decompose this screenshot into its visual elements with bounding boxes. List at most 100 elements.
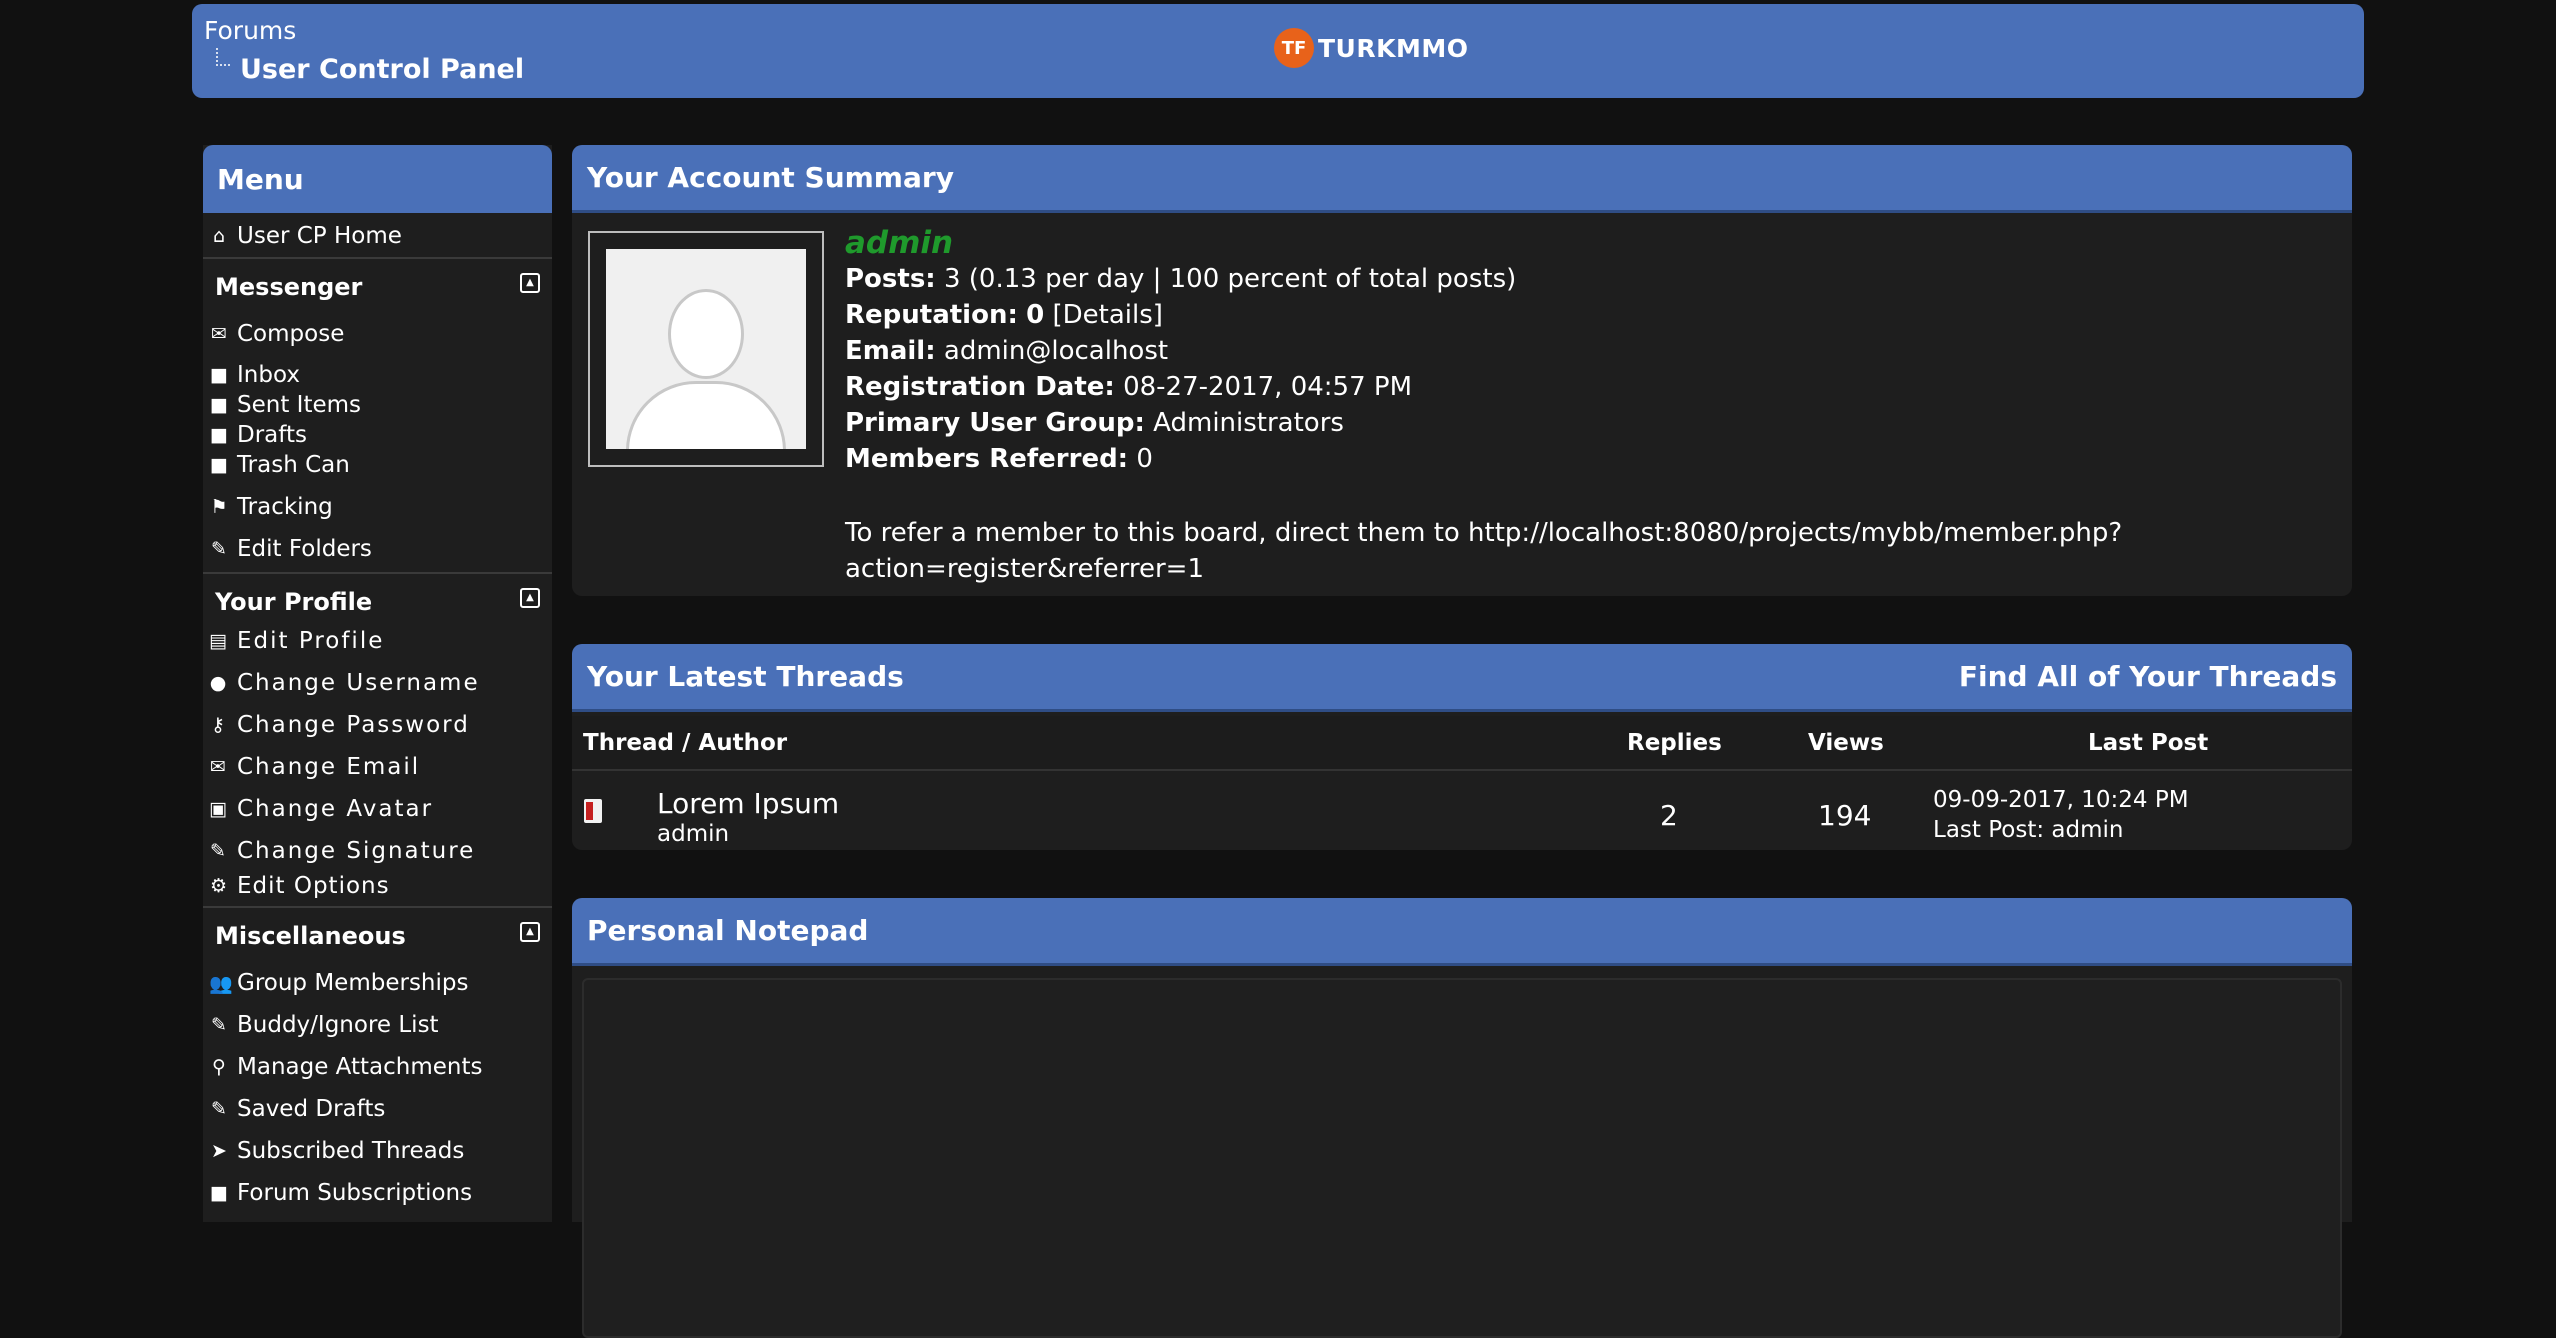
sidebar-item-change-email[interactable]: ✉ Change Email xyxy=(209,754,420,780)
folder-icon: ■ xyxy=(210,394,228,416)
collapse-icon[interactable]: ▲ xyxy=(520,922,540,942)
sidebar-title: Menu xyxy=(203,145,552,213)
sidebar-item-change-password[interactable]: ⚷ Change Password xyxy=(209,712,470,738)
collapse-icon[interactable]: ▲ xyxy=(520,588,540,608)
email-value: admin@localhost xyxy=(943,336,1169,366)
sidebar-item-compose[interactable]: ✉ Compose xyxy=(209,321,344,347)
sidebar-item-manage-attachments[interactable]: ⚲ Manage Attachments xyxy=(209,1054,482,1080)
site-logo[interactable]: TF TURKMMO xyxy=(1274,28,1469,68)
latest-threads-panel: Your Latest Threads Find All of Your Thr… xyxy=(572,644,2352,850)
folder-icon: ■ xyxy=(210,364,228,386)
sidebar-item-tracking[interactable]: ⚑ Tracking xyxy=(209,494,333,520)
sidebar-item-label: Inbox xyxy=(237,362,300,388)
reputation-row: Reputation: 0 [Details] xyxy=(845,297,1516,333)
thread-title-link[interactable]: Lorem Ipsum xyxy=(657,787,839,820)
pencil-icon: ✎ xyxy=(211,538,227,560)
sidebar-item-inbox[interactable]: ■ Inbox xyxy=(209,362,300,388)
last-post-date[interactable]: 09-09-2017, 10:24 PM xyxy=(1933,787,2189,813)
folder-icon: ■ xyxy=(210,454,228,476)
threads-table-header: Thread / Author Replies Views Last Post xyxy=(572,716,2352,771)
username[interactable]: admin xyxy=(845,225,1516,261)
personal-notepad-panel: Personal Notepad xyxy=(572,898,2352,1338)
logo-text: TURKMMO xyxy=(1318,33,1469,63)
thread-replies[interactable]: 2 xyxy=(1660,799,1678,832)
column-last-post: Last Post xyxy=(2088,730,2209,756)
email-label: Email: xyxy=(845,336,936,366)
posts-row: Posts: 3 (0.13 per day | 100 percent of … xyxy=(845,261,1516,297)
pencil-icon: ✎ xyxy=(211,1014,227,1036)
posts-value: 3 (0.13 per day | 100 percent of total p… xyxy=(943,264,1517,294)
sidebar-item-label: Change Username xyxy=(237,670,480,696)
account-summary-panel: Your Account Summary admin Posts: 3 (0.1… xyxy=(572,145,2352,596)
thread-views: 194 xyxy=(1818,799,1872,832)
sidebar-item-label: Edit Profile xyxy=(237,628,385,654)
key-icon: ⚷ xyxy=(211,714,227,736)
section-title: Your Profile xyxy=(215,588,373,616)
posts-label: Posts: xyxy=(845,264,936,294)
sidebar-item-edit-options[interactable]: ⚙ Edit Options xyxy=(209,873,390,899)
sidebar-item-label: Trash Can xyxy=(237,452,350,478)
thread-author-link[interactable]: admin xyxy=(657,821,729,847)
sidebar-item-label: Group Memberships xyxy=(237,970,469,996)
sidebar-item-forum-subscriptions[interactable]: ■ Forum Subscriptions xyxy=(209,1180,472,1206)
flag-icon: ⚑ xyxy=(210,496,228,518)
folder-icon: ■ xyxy=(210,1182,228,1204)
breadcrumb-current: User Control Panel xyxy=(240,54,525,85)
registration-date-value: 08-27-2017, 04:57 PM xyxy=(1123,372,1413,402)
sidebar-item-subscribed-threads[interactable]: ➤ Subscribed Threads xyxy=(209,1138,464,1164)
sidebar-item-label: Buddy/Ignore List xyxy=(237,1012,439,1038)
forum-header: Forums User Control Panel TF TURKMMO xyxy=(192,4,2364,98)
sidebar-item-change-avatar[interactable]: ▣ Change Avatar xyxy=(209,796,433,822)
breadcrumb-forums-link[interactable]: Forums xyxy=(204,16,296,45)
sidebar-item-drafts[interactable]: ■ Drafts xyxy=(209,422,307,448)
users-icon: 👥 xyxy=(209,972,233,995)
members-referred-value: 0 xyxy=(1136,444,1153,474)
last-post-author[interactable]: Last Post: admin xyxy=(1933,817,2123,843)
panel-title: Your Latest Threads xyxy=(587,660,904,693)
registration-date-row: Registration Date: 08-27-2017, 04:57 PM xyxy=(845,369,1516,405)
sidebar-item-edit-folders[interactable]: ✎ Edit Folders xyxy=(209,536,372,562)
find-all-threads-link[interactable]: Find All of Your Threads xyxy=(1959,660,2352,693)
breadcrumb-connector xyxy=(216,48,230,66)
sidebar-item-change-signature[interactable]: ✎ Change Signature xyxy=(209,838,475,864)
column-replies: Replies xyxy=(1627,730,1722,756)
sidebar-item-label: Sent Items xyxy=(237,392,361,418)
column-views: Views xyxy=(1808,730,1884,756)
sidebar-item-label: User CP Home xyxy=(237,223,402,249)
thread-status-icon xyxy=(584,799,602,823)
default-avatar-icon xyxy=(606,249,806,449)
sidebar-item-buddy-ignore-list[interactable]: ✎ Buddy/Ignore List xyxy=(209,1012,439,1038)
sidebar-item-label: Edit Folders xyxy=(237,536,372,562)
reputation-label: Reputation: xyxy=(845,300,1018,330)
panel-header: Your Latest Threads Find All of Your Thr… xyxy=(572,644,2352,712)
section-title: Messenger xyxy=(215,273,363,301)
collapse-icon[interactable]: ▲ xyxy=(520,273,540,293)
sidebar-section-miscellaneous: Miscellaneous ▲ xyxy=(203,906,552,970)
sidebar-item-group-memberships[interactable]: 👥 Group Memberships xyxy=(209,970,468,996)
sidebar-item-edit-profile[interactable]: ▤ Edit Profile xyxy=(209,628,384,654)
registration-date-label: Registration Date: xyxy=(845,372,1115,402)
referral-text: To refer a member to this board, direct … xyxy=(845,515,2145,587)
sidebar-item-label: Change Email xyxy=(237,754,421,780)
reputation-details-link[interactable]: [Details] xyxy=(1052,300,1162,330)
notepad-textarea[interactable] xyxy=(582,978,2342,1338)
reputation-value: 0 xyxy=(1026,300,1045,330)
envelope-icon: ✉ xyxy=(211,323,227,345)
email-row: Email: admin@localhost xyxy=(845,333,1516,369)
table-row: Lorem Ipsum admin 2 194 09-09-2017, 10:2… xyxy=(572,773,2352,848)
sidebar-section-messenger: Messenger ▲ xyxy=(203,257,552,321)
pencil-icon: ✎ xyxy=(211,1098,227,1120)
sidebar-item-saved-drafts[interactable]: ✎ Saved Drafts xyxy=(209,1096,385,1122)
sidebar-item-sent-items[interactable]: ■ Sent Items xyxy=(209,392,361,418)
primary-group-value: Administrators xyxy=(1153,408,1344,438)
sidebar-item-label: Compose xyxy=(237,321,345,347)
sidebar-item-label: Tracking xyxy=(237,494,333,520)
sidebar-item-change-username[interactable]: ● Change Username xyxy=(209,670,480,696)
sidebar-item-label: Forum Subscriptions xyxy=(237,1180,473,1206)
sidebar-item-label: Change Signature xyxy=(237,838,476,864)
logo-mark-icon: TF xyxy=(1274,28,1314,68)
gear-icon: ⚙ xyxy=(209,875,229,897)
sidebar-item-trash-can[interactable]: ■ Trash Can xyxy=(209,452,350,478)
sidebar-item-usercp-home[interactable]: ⌂ User CP Home xyxy=(209,223,402,249)
panel-title: Personal Notepad xyxy=(572,898,2352,966)
